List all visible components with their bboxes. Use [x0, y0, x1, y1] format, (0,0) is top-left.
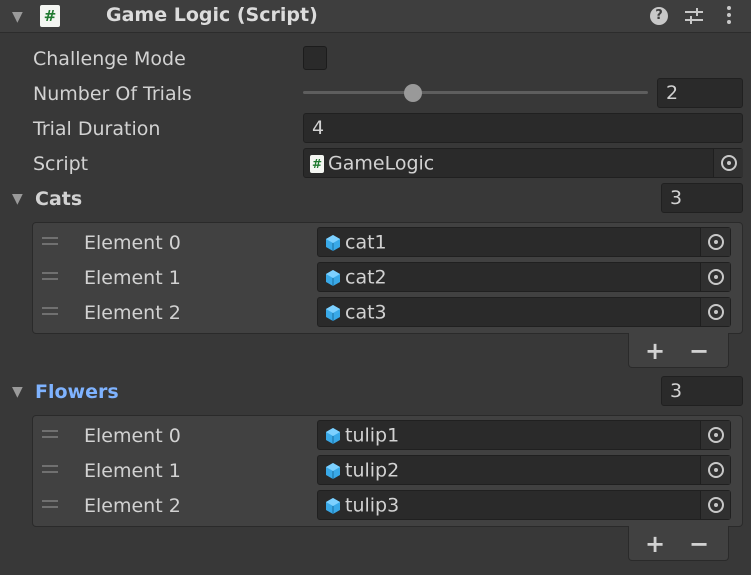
- component-title: Game Logic (Script): [106, 4, 318, 26]
- cats-element-0-field[interactable]: cat1: [317, 227, 731, 257]
- challenge-mode-checkbox[interactable]: [303, 46, 327, 70]
- flowers-add-button[interactable]: +: [643, 532, 667, 556]
- cats-element-2-field[interactable]: cat3: [317, 297, 731, 327]
- number-of-trials-field[interactable]: 2: [657, 78, 743, 108]
- object-picker-icon: [707, 234, 724, 250]
- cats-remove-button[interactable]: −: [687, 339, 711, 363]
- cats-label[interactable]: Cats: [35, 187, 82, 211]
- presets-icon[interactable]: [683, 6, 705, 26]
- flowers-fold-arrow-icon[interactable]: ▼: [12, 385, 23, 399]
- help-icon[interactable]: ?: [650, 7, 668, 25]
- flowers-element-0-picker-button[interactable]: [700, 421, 730, 449]
- cube-icon: [326, 304, 340, 321]
- flowers-element-0-value: tulip1: [345, 424, 400, 447]
- cats-element-1-field[interactable]: cat2: [317, 262, 731, 292]
- flowers-element-0-field[interactable]: tulip1: [317, 420, 731, 450]
- flowers-label[interactable]: Flowers: [35, 380, 119, 404]
- object-picker-icon: [707, 427, 724, 443]
- cats-element-0-label: Element 0: [84, 232, 181, 254]
- object-picker-icon: [707, 462, 724, 478]
- cats-add-button[interactable]: +: [643, 339, 667, 363]
- fold-arrow-icon[interactable]: ▼: [12, 10, 23, 24]
- trial-duration-field[interactable]: 4: [303, 113, 743, 143]
- flowers-element-2-picker-button[interactable]: [700, 491, 730, 519]
- flowers-remove-button[interactable]: −: [687, 532, 711, 556]
- object-picker-icon: [720, 155, 737, 171]
- flowers-element-1-field[interactable]: tulip2: [317, 455, 731, 485]
- flowers-element-2-field[interactable]: tulip3: [317, 490, 731, 520]
- flowers-element-2-label: Element 2: [84, 495, 181, 517]
- drag-handle-icon[interactable]: [42, 272, 58, 284]
- drag-handle-icon[interactable]: [42, 237, 58, 249]
- flowers-element-0-label: Element 0: [84, 425, 181, 447]
- number-of-trials-slider-knob[interactable]: [404, 84, 423, 102]
- flowers-element-1-label: Element 1: [84, 460, 181, 482]
- cube-icon: [326, 462, 340, 479]
- object-picker-icon: [707, 269, 724, 285]
- script-value: GameLogic: [328, 152, 435, 175]
- cats-element-0-value: cat1: [345, 231, 387, 254]
- cats-element-2-picker-button[interactable]: [700, 298, 730, 326]
- script-icon: #: [40, 5, 60, 27]
- flowers-element-1-picker-button[interactable]: [700, 456, 730, 484]
- script-icon: #: [310, 154, 324, 173]
- drag-handle-icon[interactable]: [42, 307, 58, 319]
- drag-handle-icon[interactable]: [42, 430, 58, 442]
- cats-element-1-value: cat2: [345, 266, 387, 289]
- script-picker-button[interactable]: [713, 149, 743, 177]
- trial-duration-label: Trial Duration: [33, 118, 161, 140]
- drag-handle-icon[interactable]: [42, 465, 58, 477]
- flowers-element-2-value: tulip3: [345, 494, 400, 517]
- object-picker-icon: [707, 304, 724, 320]
- cube-icon: [326, 234, 340, 251]
- context-menu-icon[interactable]: [727, 6, 731, 27]
- cube-icon: [326, 497, 340, 514]
- cube-icon: [326, 427, 340, 444]
- drag-handle-icon[interactable]: [42, 500, 58, 512]
- flowers-size-field[interactable]: 3: [661, 376, 743, 406]
- number-of-trials-label: Number Of Trials: [33, 83, 192, 105]
- cats-fold-arrow-icon[interactable]: ▼: [12, 192, 23, 206]
- object-picker-icon: [707, 497, 724, 513]
- cube-icon: [326, 269, 340, 286]
- script-label: Script: [33, 153, 89, 175]
- cats-size-field[interactable]: 3: [661, 183, 743, 213]
- script-field[interactable]: # GameLogic: [303, 148, 743, 178]
- cats-element-0-picker-button[interactable]: [700, 228, 730, 256]
- flowers-element-1-value: tulip2: [345, 459, 400, 482]
- number-of-trials-slider-track[interactable]: [303, 91, 648, 94]
- cats-element-2-value: cat3: [345, 301, 387, 324]
- cats-element-2-label: Element 2: [84, 302, 181, 324]
- cats-element-1-picker-button[interactable]: [700, 263, 730, 291]
- challenge-mode-label: Challenge Mode: [33, 48, 186, 70]
- cats-element-1-label: Element 1: [84, 267, 181, 289]
